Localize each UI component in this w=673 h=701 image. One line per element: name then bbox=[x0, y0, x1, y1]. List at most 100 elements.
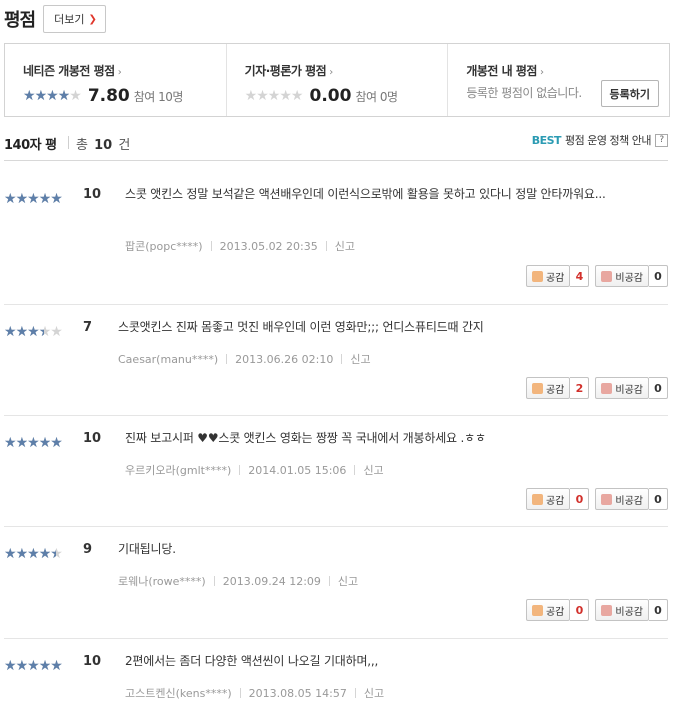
disagree-button[interactable]: 비공감 bbox=[595, 265, 649, 287]
agree-button[interactable]: 공감 bbox=[525, 599, 571, 621]
divider bbox=[341, 354, 343, 364]
star-icon: ★★ bbox=[38, 191, 52, 207]
critic-rating-link[interactable]: 기자·평론가 평점 › bbox=[245, 62, 448, 79]
divider bbox=[325, 241, 327, 251]
star-fill: ★ bbox=[50, 436, 62, 450]
chevron-right-icon: › bbox=[329, 67, 333, 78]
agree-button[interactable]: 공감 bbox=[525, 488, 571, 510]
review-author[interactable]: 고스트켄신(kens****) bbox=[125, 685, 232, 701]
star-icon: ★★ bbox=[27, 191, 40, 207]
report-link[interactable]: 신고 bbox=[364, 685, 384, 701]
agree-button[interactable]: 공감 bbox=[525, 377, 571, 399]
review-author[interactable]: 팝콘(popc****) bbox=[125, 238, 203, 254]
divider bbox=[328, 576, 330, 586]
divider bbox=[354, 465, 356, 475]
my-rating-link[interactable]: 개봉전 내 평점 › bbox=[466, 62, 669, 79]
report-link[interactable]: 신고 bbox=[335, 238, 355, 254]
star-icon: ★★ bbox=[15, 191, 29, 207]
star-fill: ★ bbox=[38, 192, 51, 206]
disagree-label: 비공감 bbox=[615, 384, 643, 396]
star-icon: ★★ bbox=[4, 546, 17, 562]
star-icon: ★★ bbox=[4, 324, 17, 340]
star-fill: ★ bbox=[38, 659, 51, 673]
netizen-star-rating: ★★★★★★★★★★ bbox=[23, 88, 82, 104]
disagree-button[interactable]: 비공감 bbox=[595, 599, 649, 621]
star-fill: ★ bbox=[15, 436, 28, 450]
divider bbox=[68, 136, 69, 149]
netizen-rating-link[interactable]: 네티즌 개봉전 평점 › bbox=[23, 62, 226, 79]
star-icon: ★★ bbox=[38, 435, 52, 451]
review-meta: 우르키오라(gmlt****) 2014.01.05 15:06 신고 bbox=[125, 462, 384, 478]
review-score: 10 bbox=[83, 187, 102, 202]
agree-button[interactable]: 공감 bbox=[525, 265, 571, 287]
star-fill: ★ bbox=[50, 547, 56, 561]
review-text: 스콧 앳킨스 정말 보석같은 액션배우인데 이런식으로밖에 활용을 못하고 있다… bbox=[125, 187, 606, 201]
star-rating: ★★★★★★★★★★ bbox=[4, 435, 63, 451]
agree-label: 공감 bbox=[545, 384, 565, 396]
star-icon: ★★ bbox=[50, 546, 63, 562]
chevron-right-icon: › bbox=[117, 67, 122, 78]
star-icon: ★★ bbox=[46, 88, 59, 104]
star-icon: ★★ bbox=[38, 546, 52, 562]
divider bbox=[354, 688, 356, 698]
disagree-count: 0 bbox=[649, 265, 668, 287]
review-text: 기대됩니당. bbox=[118, 542, 176, 556]
star-fill: ★ bbox=[38, 547, 51, 561]
agree-label: 공감 bbox=[545, 606, 565, 618]
thumbs-down-icon bbox=[601, 270, 613, 282]
star-rating: ★★★★★★★★★★ bbox=[4, 324, 63, 340]
agree-count: 0 bbox=[570, 488, 590, 510]
star-fill: ★ bbox=[57, 89, 70, 103]
review-stars: ★★★★★★★★★★ bbox=[4, 188, 63, 207]
star-icon: ★★ bbox=[15, 435, 29, 451]
star-fill: ★ bbox=[39, 325, 45, 339]
review-meta: 로웨나(rowe****) 2013.09.24 12:09 신고 bbox=[118, 573, 358, 589]
star-icon: ★★ bbox=[69, 88, 82, 104]
critic-score: 0.00 bbox=[309, 86, 352, 106]
review-score: 10 bbox=[83, 654, 102, 669]
more-button[interactable]: 더보기 ❯ bbox=[43, 5, 106, 33]
review-stars: ★★★★★★★★★★ bbox=[4, 432, 63, 451]
report-link[interactable]: 신고 bbox=[363, 462, 383, 478]
star-fill: ★ bbox=[27, 436, 39, 450]
netizen-participants: 참여 10명 bbox=[133, 89, 184, 104]
netizen-score: 7.80 bbox=[87, 86, 130, 106]
review-author[interactable]: Caesar(manu****) bbox=[118, 353, 218, 366]
review-author[interactable]: 로웨나(rowe****) bbox=[118, 573, 206, 589]
disagree-button[interactable]: 비공감 bbox=[595, 377, 649, 399]
more-button-label: 더보기 bbox=[54, 13, 85, 26]
review-item: ★ ★ ★ ★ ★ ★ ★ ★ ★ ★ 10 진짜 보고시퍼 ♥♥스콧 앳킨스 영화는 짱짱 꼭 국내… bbox=[4, 415, 668, 527]
policy-text: 평점 운영 정책 안내 bbox=[565, 134, 651, 147]
total-count: 10 bbox=[94, 138, 113, 153]
star-icon: ★★ bbox=[57, 88, 71, 104]
thumbs-up-icon bbox=[531, 270, 543, 282]
help-icon: ? bbox=[655, 133, 668, 147]
review-author[interactable]: 우르키오라(gmlt****) bbox=[125, 462, 231, 478]
review-meta: 팝콘(popc****) 2013.05.02 20:35 신고 bbox=[125, 238, 355, 254]
report-link[interactable]: 신고 bbox=[350, 351, 370, 367]
star-icon: ★★ bbox=[4, 435, 17, 451]
star-icon: ★★ bbox=[267, 88, 281, 104]
star-icon: ★★ bbox=[50, 191, 63, 207]
star-fill: ★ bbox=[4, 192, 16, 206]
agree-label: 공감 bbox=[545, 495, 565, 507]
report-link[interactable]: 신고 bbox=[338, 573, 358, 589]
register-button[interactable]: 등록하기 bbox=[600, 80, 660, 107]
star-fill: ★ bbox=[15, 547, 28, 561]
total-suffix: 건 bbox=[118, 138, 131, 153]
divider bbox=[239, 688, 241, 698]
disagree-button[interactable]: 비공감 bbox=[595, 488, 649, 510]
star-icon: ★★ bbox=[15, 658, 29, 674]
star-fill: ★ bbox=[15, 659, 28, 673]
disagree-label: 비공감 bbox=[615, 272, 643, 284]
review-item: ★ ★ ★ ★ ★ ★ ★ ★ ★ ★ 10 스콧 앳킨스 정말 보석같은 액션배우인데 이런식으로밖… bbox=[4, 161, 668, 305]
star-fill: ★ bbox=[27, 192, 39, 206]
star-icon: ★★ bbox=[279, 88, 292, 104]
chevron-right-icon: › bbox=[539, 67, 544, 78]
disagree-label: 비공감 bbox=[615, 495, 643, 507]
agree-count: 0 bbox=[570, 599, 590, 621]
review-text: 진짜 보고시퍼 ♥♥스콧 앳킨스 영화는 짱짱 꼭 국내에서 개봉하세요 .ㅎㅎ bbox=[125, 431, 486, 445]
policy-link[interactable]: BEST 평점 운영 정책 안내 ? bbox=[532, 132, 668, 148]
star-icon: ★★ bbox=[244, 88, 258, 104]
agree-count: 2 bbox=[570, 377, 590, 399]
